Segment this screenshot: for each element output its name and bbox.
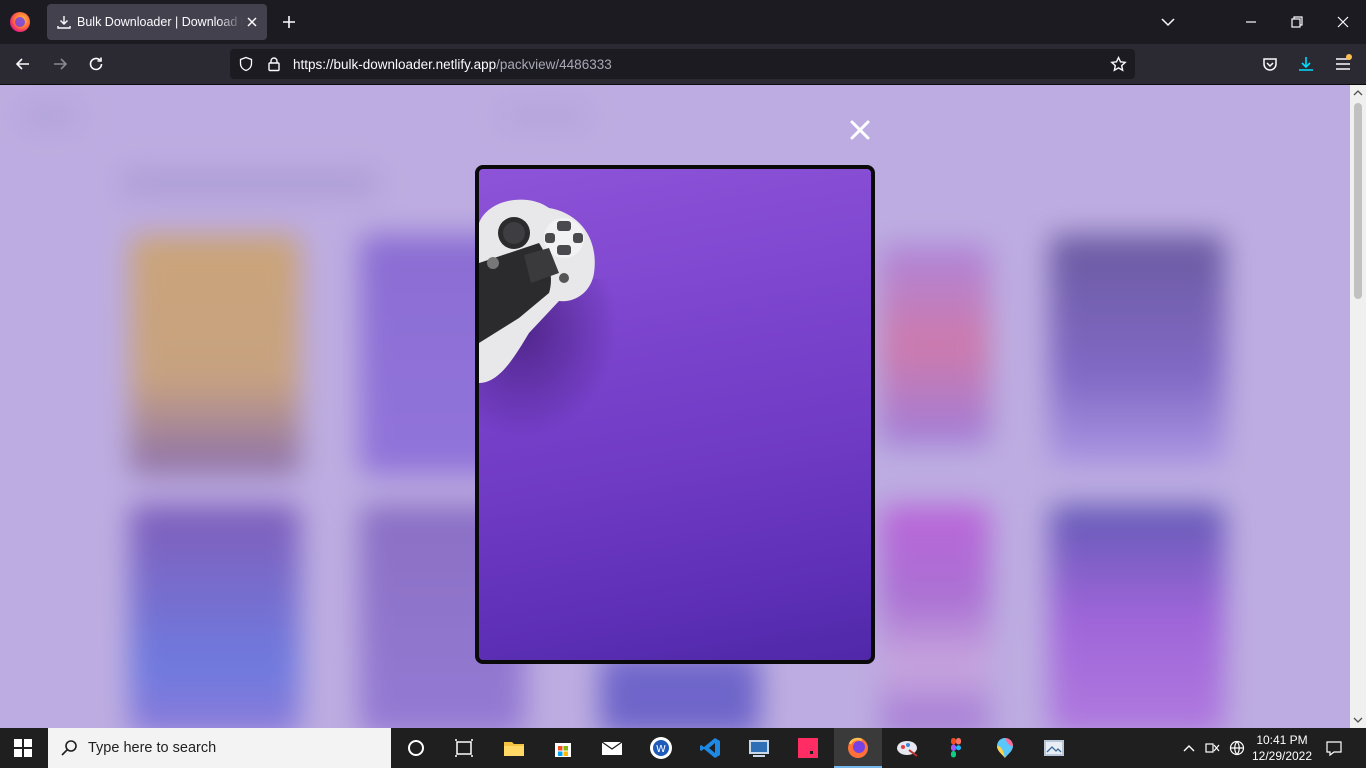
game-controller-icon: [479, 199, 595, 383]
url-text[interactable]: https://bulk-downloader.netlify.app/pack…: [293, 57, 612, 72]
web-page: [0, 85, 1350, 728]
notification-icon[interactable]: [1325, 739, 1343, 757]
windows-start-icon[interactable]: [14, 739, 32, 757]
taskbar-search-box[interactable]: Type here to search: [48, 728, 391, 768]
back-icon[interactable]: [14, 55, 32, 73]
pocket-icon[interactable]: [1261, 55, 1279, 73]
scroll-up-icon[interactable]: [1353, 88, 1363, 98]
download-icon: [57, 16, 71, 29]
mail-icon[interactable]: [600, 736, 624, 760]
update-badge: [1346, 54, 1352, 60]
show-hidden-icons-icon[interactable]: [1181, 740, 1197, 756]
microsoft-store-icon[interactable]: [551, 736, 575, 760]
task-view-icon[interactable]: [452, 736, 476, 760]
search-icon: [61, 740, 77, 756]
browser-tab-strip: Bulk Downloader | Download bulk: [0, 0, 1366, 44]
paint-3d-icon[interactable]: [993, 736, 1017, 760]
figma-icon[interactable]: [944, 736, 968, 760]
close-tab-icon[interactable]: [245, 15, 259, 29]
list-all-tabs-icon[interactable]: [1160, 14, 1176, 30]
windows-taskbar: Type here to search W 10:41 PM 12/29/202…: [0, 728, 1366, 768]
photos-app-icon[interactable]: [1042, 736, 1066, 760]
page-scrollbar[interactable]: [1350, 85, 1366, 728]
active-tab[interactable]: Bulk Downloader | Download bulk: [47, 4, 267, 40]
file-explorer-icon[interactable]: [502, 736, 526, 760]
firefox-icon[interactable]: [10, 12, 30, 32]
screen: Bulk Downloader | Download bulk https://…: [0, 0, 1366, 768]
clock-date: 12/29/2022: [1251, 749, 1313, 763]
minimize-icon[interactable]: [1243, 14, 1259, 30]
lock-icon[interactable]: [266, 56, 282, 72]
url-path: /packview/4486333: [496, 57, 612, 72]
system-clock[interactable]: 10:41 PM 12/29/2022: [1248, 732, 1316, 764]
network-app-icon[interactable]: [747, 736, 771, 760]
restore-icon[interactable]: [1289, 14, 1305, 30]
url-host: https://bulk-downloader.netlify.app: [293, 57, 497, 72]
image-preview: [475, 165, 875, 664]
tab-title: Bulk Downloader | Download bulk: [77, 15, 243, 29]
paint-app-icon[interactable]: [895, 736, 919, 760]
globe-language-icon[interactable]: [1229, 740, 1245, 756]
scroll-down-icon[interactable]: [1353, 715, 1363, 725]
reload-icon[interactable]: [87, 55, 105, 73]
shield-icon[interactable]: [238, 56, 254, 72]
close-window-icon[interactable]: [1335, 14, 1351, 30]
navigation-toolbar: https://bulk-downloader.netlify.app/pack…: [0, 44, 1366, 85]
scroll-thumb[interactable]: [1354, 103, 1362, 299]
forward-icon[interactable]: [51, 55, 69, 73]
network-disconnected-icon[interactable]: [1204, 740, 1220, 756]
new-tab-icon[interactable]: [280, 13, 298, 31]
address-bar[interactable]: https://bulk-downloader.netlify.app/pack…: [230, 49, 1135, 79]
cortana-icon[interactable]: [404, 736, 428, 760]
bookmark-star-icon[interactable]: [1110, 56, 1127, 73]
downloads-icon[interactable]: [1297, 55, 1315, 73]
svg-text:W: W: [656, 744, 666, 755]
firefox-taskbar-icon[interactable]: [846, 736, 870, 760]
vscode-icon[interactable]: [698, 736, 722, 760]
close-icon[interactable]: [848, 118, 872, 142]
clock-time: 10:41 PM: [1256, 733, 1308, 747]
pink-app-icon[interactable]: [796, 736, 820, 760]
app-w-icon[interactable]: W: [649, 736, 673, 760]
search-placeholder: Type here to search: [88, 740, 217, 756]
